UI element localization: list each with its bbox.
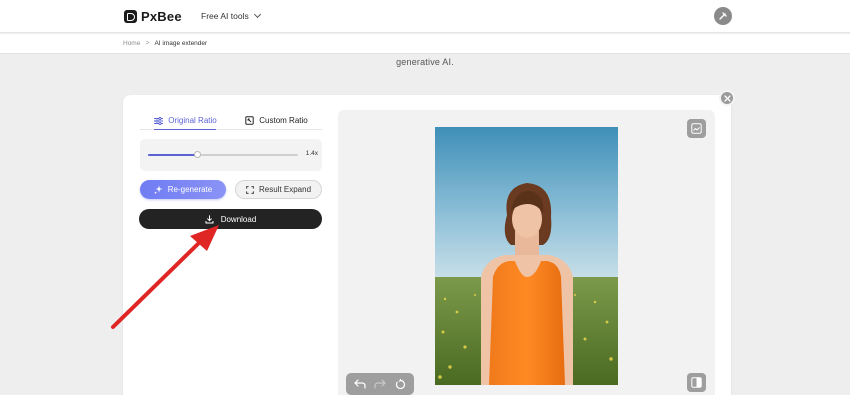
annotation-arrow [111, 225, 219, 329]
